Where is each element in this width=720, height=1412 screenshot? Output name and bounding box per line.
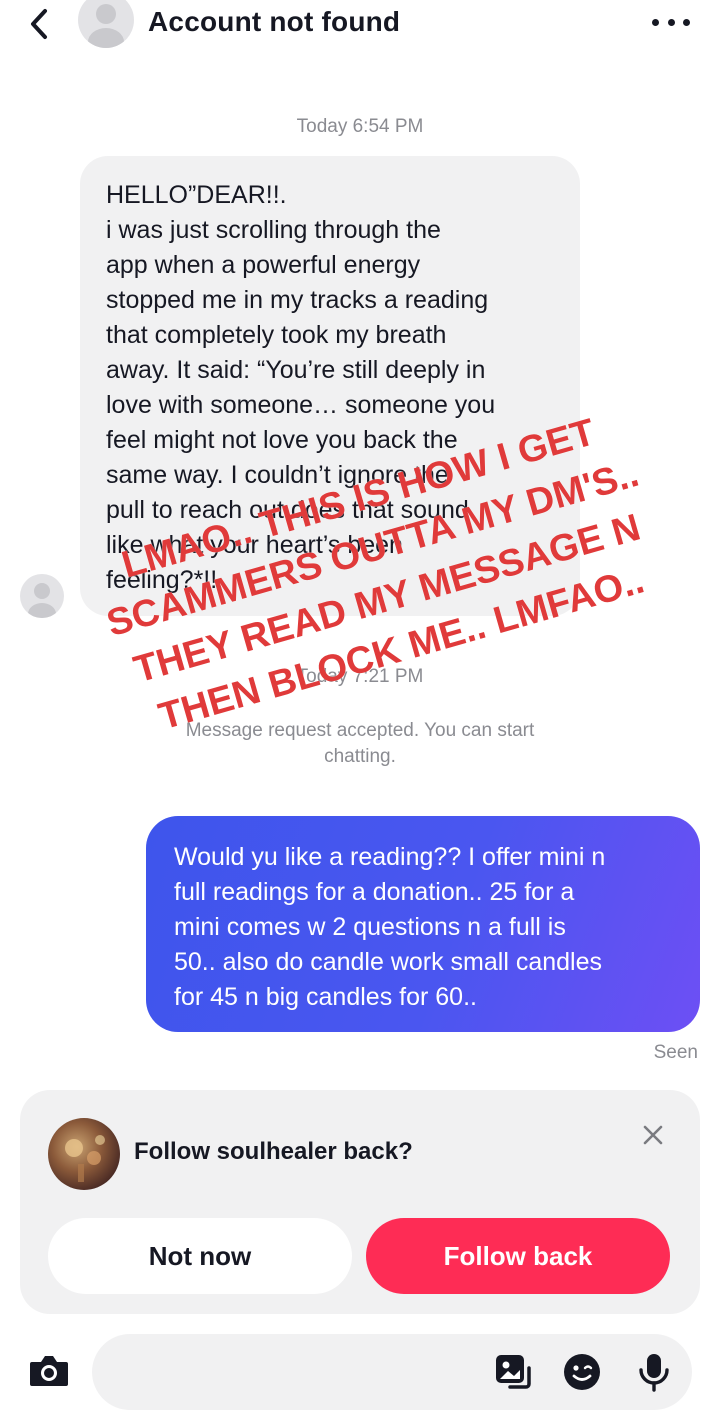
photo-sticker-button[interactable] [492,1352,532,1392]
camera-button[interactable] [28,1352,70,1390]
avatar-image [65,1135,105,1182]
message-input[interactable] [116,1352,476,1392]
more-dot [683,18,690,26]
more-dot [667,18,675,26]
message-timestamp: Today 7:21 PM [296,666,424,687]
system-message: Message request accepted. You can start … [185,720,535,767]
message-timestamp: Today 6:54 PM [296,116,424,137]
emoji-button[interactable] [562,1352,602,1392]
camera-icon [30,1356,68,1386]
default-user-icon [88,4,124,48]
follow-back-card: Follow soulhealer back? Not now Follow b… [20,1090,700,1314]
back-button[interactable] [22,4,56,44]
follow-back-button[interactable]: Follow back [366,1218,670,1294]
microphone-icon [639,1354,669,1392]
profile-avatar[interactable] [78,0,134,48]
follow-prompt: Follow soulhealer back? [134,1138,413,1165]
default-user-icon [28,583,56,618]
outgoing-message-bubble[interactable]: Would yu like a reading?? I offer mini n… [146,816,700,1032]
message-input-bar[interactable] [92,1334,692,1410]
close-icon [643,1125,663,1145]
chat-title[interactable]: Account not found [148,6,400,38]
seen-status: Seen [653,1042,698,1063]
chat-header: Account not found [0,0,720,52]
emoji-icon [564,1354,600,1390]
more-options-button[interactable] [652,10,690,34]
soulhealer-avatar[interactable] [48,1118,120,1190]
incoming-message-bubble[interactable]: HELLO”DEAR!!. i was just scrolling throu… [80,156,580,616]
close-button[interactable] [642,1124,664,1146]
more-horizontal-icon [652,18,659,26]
not-now-button[interactable]: Not now [48,1218,352,1294]
voice-message-button[interactable] [634,1352,674,1392]
chevron-left-icon [31,9,47,39]
sender-avatar[interactable] [20,574,64,618]
photo-sticker-icon [496,1355,531,1389]
